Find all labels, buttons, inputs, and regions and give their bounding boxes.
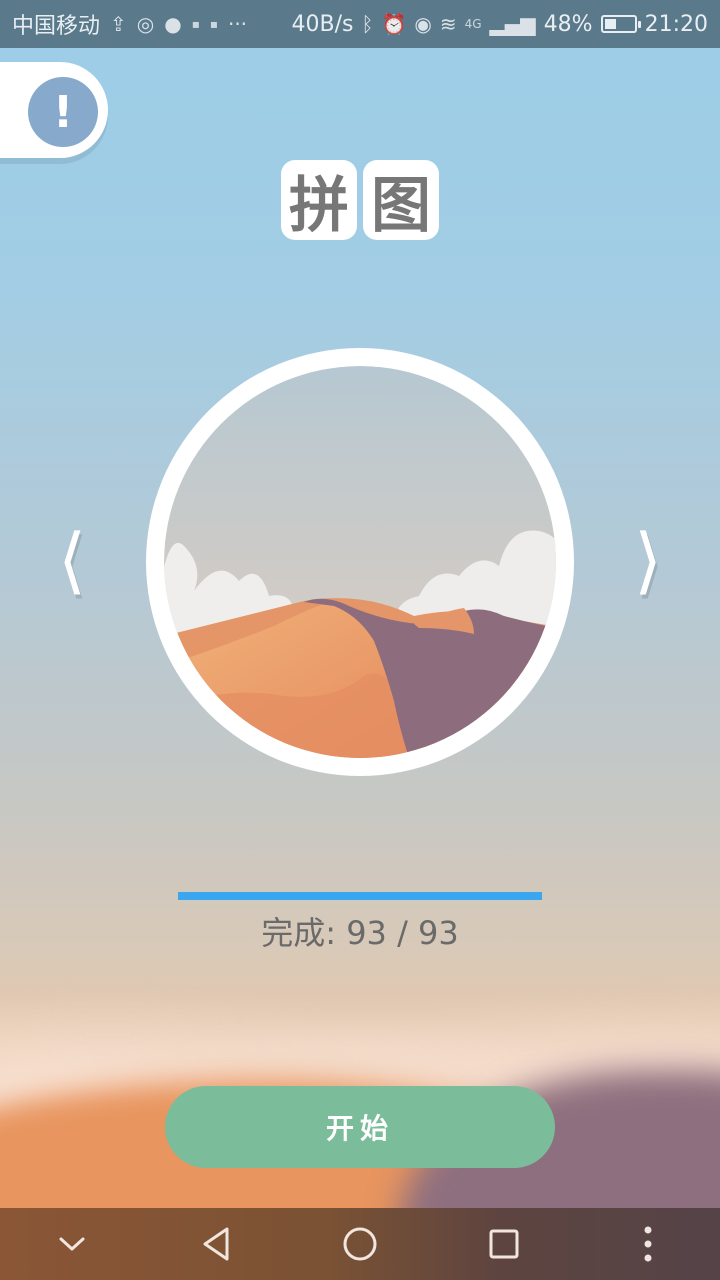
- start-button[interactable]: 开始: [165, 1086, 555, 1168]
- next-image-button[interactable]: ⟩: [628, 520, 668, 600]
- battery-icon: [600, 15, 641, 33]
- prev-image-button[interactable]: ⟨: [52, 520, 92, 600]
- back-button[interactable]: [181, 1214, 251, 1274]
- progress-label: 完成: 93 / 93: [261, 914, 459, 952]
- page-title: 拼 图: [0, 160, 720, 241]
- notification-icon: ▪: [191, 17, 200, 31]
- carrier-name: 中国移动: [12, 14, 101, 39]
- puzzle-image-frame[interactable]: [146, 348, 574, 776]
- alarm-icon: ⏰: [381, 12, 407, 36]
- back-icon: [203, 1227, 229, 1261]
- wechat-icon: ●: [164, 12, 182, 36]
- signal-type: 4G: [464, 17, 482, 31]
- home-button[interactable]: [325, 1214, 395, 1274]
- progress-fill: [178, 892, 542, 900]
- bluetooth-icon: ᛒ: [361, 12, 374, 36]
- battery-level: [604, 19, 616, 29]
- menu-button[interactable]: [613, 1214, 683, 1274]
- battery-percent: 48%: [543, 11, 593, 37]
- collapse-button[interactable]: [37, 1214, 107, 1274]
- title-char: 拼: [281, 160, 357, 241]
- collapse-icon: [59, 1237, 85, 1251]
- menu-dots-icon: [644, 1226, 652, 1262]
- recents-icon: [489, 1229, 519, 1259]
- puzzle-screen: 中国移动 ⇪ ◎ ● ▪ ▪ ··· 40B/s ᛒ ⏰ ◉ ≋ 4G ▂▄▆ …: [0, 0, 720, 1280]
- signal-icon: ▂▄▆: [489, 12, 536, 36]
- home-icon: [343, 1227, 377, 1261]
- info-icon: !: [28, 77, 98, 147]
- title-char: 图: [363, 160, 439, 241]
- system-nav-bar: [0, 1208, 720, 1280]
- notification-icon: ▪: [209, 17, 218, 31]
- wifi-icon: ≋: [439, 12, 457, 36]
- desert-dunes-image: [164, 366, 556, 758]
- progress-bar: [178, 892, 542, 900]
- network-speed: 40B/s: [291, 11, 354, 37]
- recents-button[interactable]: [469, 1214, 539, 1274]
- upload-icon: ⇪: [110, 12, 127, 36]
- eye-icon: ◉: [414, 12, 432, 36]
- clock: 21:20: [644, 11, 708, 37]
- info-button[interactable]: !: [0, 62, 108, 158]
- weibo-icon: ◎: [136, 12, 155, 36]
- more-dots-icon: ···: [227, 12, 248, 36]
- status-bar: 中国移动 ⇪ ◎ ● ▪ ▪ ··· 40B/s ᛒ ⏰ ◉ ≋ 4G ▂▄▆ …: [0, 0, 720, 48]
